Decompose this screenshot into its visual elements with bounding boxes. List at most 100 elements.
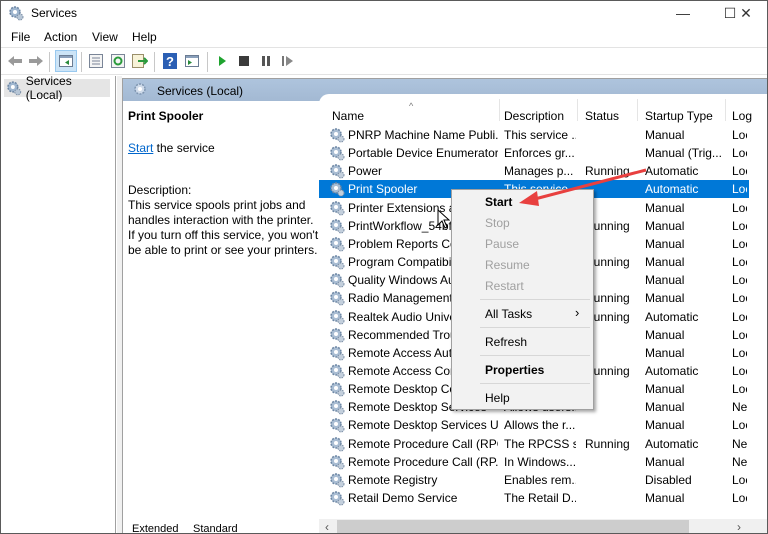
selected-service-name: Print Spooler: [128, 109, 204, 123]
tab-extended[interactable]: Extended: [132, 523, 178, 533]
submenu-chevron-icon: ›: [575, 305, 580, 320]
properties-icon[interactable]: [87, 52, 105, 70]
cell-logon: Netw: [732, 400, 747, 415]
cell-logon: Loca: [732, 200, 747, 215]
cell-startup: Manual: [645, 200, 685, 215]
cell-startup: Manual: [645, 400, 685, 415]
cell-startup: Automatic: [645, 309, 699, 324]
menu-view[interactable]: View: [92, 30, 118, 44]
service-gear-icon: [330, 255, 345, 270]
menu-action[interactable]: Action: [44, 30, 77, 44]
service-gear-icon: [330, 200, 345, 216]
context-menu-separator: [480, 355, 590, 356]
cell-logon: Loca: [732, 345, 747, 360]
tree-item-services-local[interactable]: Services (Local): [4, 74, 110, 102]
forward-arrow-icon[interactable]: [27, 52, 45, 70]
service-gear-icon: [330, 473, 345, 488]
menu-file[interactable]: File: [11, 30, 30, 44]
help-icon[interactable]: ?: [161, 52, 179, 70]
close-button[interactable]: ✕: [723, 1, 767, 26]
context-menu-properties[interactable]: Properties: [485, 363, 544, 377]
cell-description: The Retail D...: [504, 491, 576, 505]
service-gear-icon: [330, 237, 345, 252]
tree-item-label: Services (Local): [25, 74, 72, 102]
cell-name: Remote Procedure Call (RPC): [348, 436, 498, 451]
service-row[interactable]: Remote Procedure Call (RP... In Windows..…: [319, 453, 749, 471]
cell-logon: Loca: [732, 309, 747, 324]
window-title: Services: [31, 6, 78, 20]
export-list-icon[interactable]: [131, 52, 149, 70]
cell-logon: Loca: [732, 164, 747, 179]
service-gear-icon: [330, 382, 345, 397]
stop-service-icon[interactable]: [235, 52, 253, 70]
cell-startup: Manual: [645, 218, 685, 233]
column-separator[interactable]: [637, 99, 638, 121]
show-hide-console-tree-icon[interactable]: [55, 50, 77, 72]
cell-startup: Manual: [645, 454, 685, 469]
context-menu-stop: Stop: [485, 216, 510, 230]
context-menu-separator: [480, 383, 590, 384]
cell-logon: Loca: [732, 146, 747, 161]
context-menu-separator: [480, 327, 590, 328]
column-header-log-on-as[interactable]: Log: [732, 109, 752, 123]
context-menu-help[interactable]: Help: [485, 391, 510, 405]
cell-startup: Manual: [645, 273, 685, 288]
service-row[interactable]: Portable Device Enumerator... Enforces gr…: [319, 144, 749, 162]
service-gear-icon: [330, 491, 345, 506]
menu-help[interactable]: Help: [132, 30, 157, 44]
cell-description: In Windows...: [504, 454, 576, 469]
cell-startup: Manual: [645, 128, 685, 142]
service-gear-icon: [330, 164, 345, 179]
cell-logon: Loca: [732, 363, 747, 378]
column-header-startup-type[interactable]: Startup Type: [645, 109, 713, 123]
column-separator[interactable]: [499, 99, 500, 121]
column-header-name[interactable]: Name: [332, 109, 364, 123]
pause-service-icon[interactable]: [257, 52, 275, 70]
mouse-cursor-icon: [437, 209, 451, 229]
service-row[interactable]: Remote Registry Enables rem... Disabled Loc…: [319, 471, 749, 489]
cell-startup: Manual: [645, 327, 685, 342]
cell-logon: Loca: [732, 182, 747, 197]
service-gear-icon: [330, 219, 345, 234]
minimize-button[interactable]: —: [660, 1, 706, 26]
cell-name: Remote Procedure Call (RP...: [348, 454, 498, 469]
scroll-right-icon[interactable]: ›: [737, 520, 741, 533]
context-menu-all-tasks[interactable]: All Tasks: [485, 307, 532, 321]
restart-service-icon[interactable]: [279, 52, 297, 70]
column-separator[interactable]: [725, 99, 726, 121]
services-gear-icon: [9, 6, 24, 21]
cell-logon: Netw: [732, 436, 747, 451]
cell-logon: Loca: [732, 273, 747, 288]
services-window: Services — ☐ ✕ File Action View Help ? S…: [0, 0, 768, 534]
column-header-status[interactable]: Status: [585, 109, 619, 123]
cell-startup: Manual: [645, 291, 685, 306]
toolbar: ?: [1, 47, 767, 75]
service-gear-icon: [330, 327, 345, 343]
refresh-icon[interactable]: [109, 52, 127, 70]
cell-logon: Loca: [732, 327, 747, 342]
sort-indicator: ^: [409, 101, 414, 111]
cell-startup: Automatic: [645, 436, 699, 451]
tab-standard[interactable]: Standard: [193, 523, 238, 533]
cell-logon: Loca: [732, 128, 747, 142]
service-row[interactable]: Remote Desktop Services U... Allows the r…: [319, 416, 749, 434]
service-row[interactable]: Retail Demo Service The Retail D... Manual…: [319, 489, 749, 507]
service-row[interactable]: Remote Procedure Call (RPC) The RPCSS s..…: [319, 435, 749, 453]
column-separator[interactable]: [577, 99, 578, 121]
context-menu-refresh[interactable]: Refresh: [485, 335, 527, 349]
view-tabs: Extended Standard: [122, 521, 422, 533]
cell-startup: Disabled: [645, 472, 692, 487]
cell-name: PNRP Machine Name Publi...: [348, 128, 498, 142]
back-arrow-icon[interactable]: [6, 52, 24, 70]
start-service-link[interactable]: Start: [128, 141, 153, 155]
svg-text:?: ?: [166, 54, 174, 69]
start-service-icon[interactable]: [213, 52, 231, 70]
annotation-arrow-shaft: [530, 168, 647, 202]
service-row[interactable]: PNRP Machine Name Publi... This service .…: [319, 126, 749, 144]
column-header-description[interactable]: Description: [504, 109, 564, 123]
cell-name: Remote Desktop Services U...: [348, 418, 498, 433]
menu-bar: File Action View Help: [1, 27, 767, 47]
context-menu: Start Stop Pause Resume Restart All Task…: [451, 189, 594, 410]
show-action-pane-icon[interactable]: [183, 52, 201, 70]
cell-name: Remote Registry: [348, 472, 438, 487]
